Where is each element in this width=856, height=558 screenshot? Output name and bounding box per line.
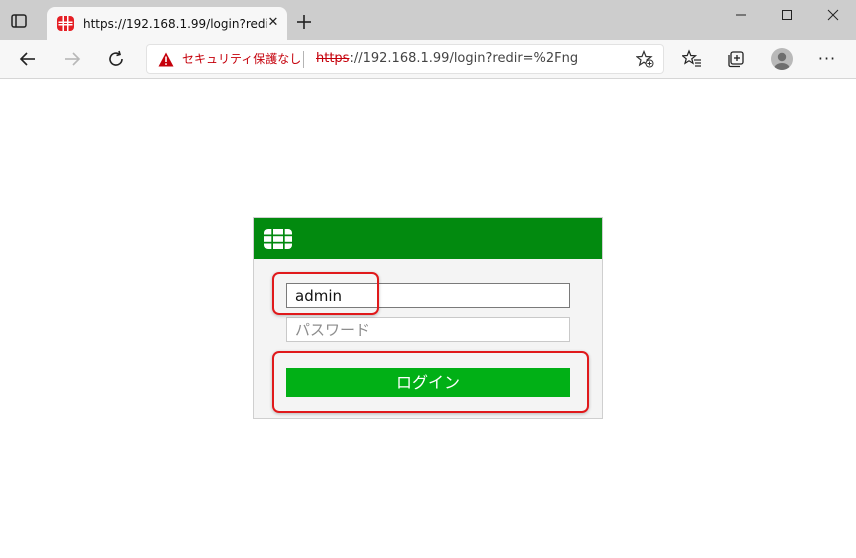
new-tab-icon[interactable]	[295, 13, 313, 31]
tab-title: https://192.168.1.99/login?redir=%2Fng	[83, 17, 267, 31]
url-text[interactable]: https://192.168.1.99/login?redir=%2Fng	[316, 51, 578, 67]
browser-tab[interactable]: https://192.168.1.99/login?redir=%2Fng ✕	[47, 7, 287, 40]
maximize-icon[interactable]	[764, 0, 810, 30]
favorites-icon[interactable]	[680, 49, 702, 69]
fortinet-logo-icon	[264, 229, 292, 249]
username-highlight	[272, 272, 379, 315]
tab-strip: https://192.168.1.99/login?redir=%2Fng ✕	[0, 0, 856, 40]
tab-actions-icon[interactable]	[10, 12, 28, 30]
security-status[interactable]: セキュリティ保護なし	[182, 51, 301, 67]
login-header	[254, 218, 602, 259]
forward-icon[interactable]	[62, 49, 82, 69]
warning-icon[interactable]	[158, 52, 174, 67]
separator	[303, 51, 304, 68]
refresh-icon[interactable]	[106, 49, 126, 69]
url-scheme: https	[316, 51, 350, 66]
close-icon[interactable]: ✕	[265, 15, 281, 31]
back-icon[interactable]	[18, 49, 38, 69]
profile-avatar[interactable]	[771, 48, 793, 70]
browser-toolbar: セキュリティ保護なし https://192.168.1.99/login?re…	[0, 40, 856, 79]
add-favorite-icon[interactable]	[635, 49, 654, 68]
collections-icon[interactable]	[726, 49, 746, 69]
address-bar[interactable]: セキュリティ保護なし https://192.168.1.99/login?re…	[146, 44, 664, 74]
minimize-icon[interactable]	[718, 0, 764, 30]
password-input[interactable]	[286, 317, 570, 342]
more-icon[interactable]: ···	[817, 49, 837, 69]
window-close-icon[interactable]	[810, 0, 856, 30]
fortinet-logo-icon	[57, 16, 74, 31]
login-button-highlight	[272, 351, 589, 413]
url-rest: ://192.168.1.99/login?redir=%2Fng	[349, 51, 579, 66]
